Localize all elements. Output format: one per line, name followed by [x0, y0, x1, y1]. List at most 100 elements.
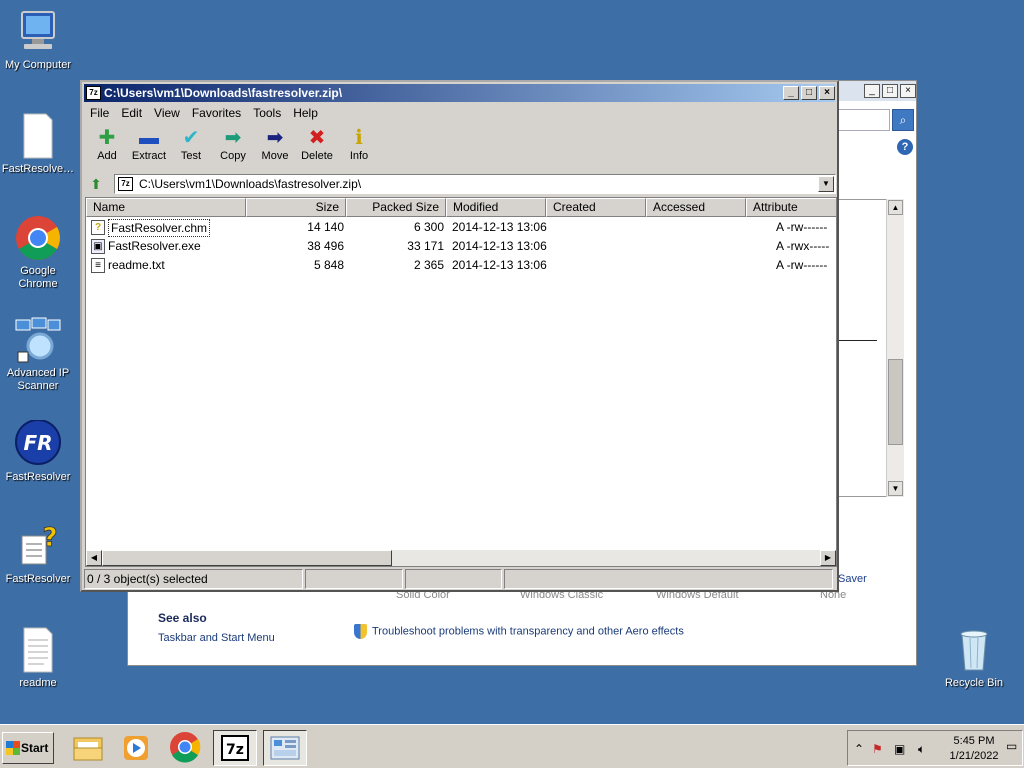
- desktop-icon-fastresolver-help[interactable]: ? FastResolver: [0, 522, 76, 586]
- maximize-button[interactable]: □: [801, 86, 817, 100]
- chrome-icon: [170, 732, 201, 763]
- clock[interactable]: 5:45 PM 1/21/2022: [944, 734, 1004, 764]
- bg-search-input[interactable]: [838, 109, 890, 131]
- desktop-icon-readme[interactable]: readme: [0, 626, 76, 690]
- delete-button[interactable]: ✖ Delete: [296, 126, 338, 168]
- troubleshoot-link[interactable]: Troubleshoot problems with transparency …: [354, 624, 684, 639]
- scroll-left-icon[interactable]: ◀: [86, 550, 102, 566]
- zip-archive-icon: 7z: [118, 177, 133, 191]
- copy-button[interactable]: ➡ Copy: [212, 126, 254, 168]
- file-attribute: A -rw------: [776, 258, 828, 272]
- desktop-icon-label: Google Chrome: [18, 265, 58, 290]
- taskbar-network-scanner[interactable]: [263, 730, 307, 766]
- show-hidden-icons-icon[interactable]: ⌃: [854, 742, 864, 756]
- chevron-down-icon[interactable]: ▼: [818, 176, 834, 192]
- file-name: readme.txt: [108, 258, 165, 272]
- menu-bar: File Edit View Favorites Tools Help: [84, 104, 324, 122]
- scroll-thumb[interactable]: [888, 359, 903, 445]
- table-row[interactable]: ▣ FastResolver.exe 38 496 33 171 2014-12…: [86, 237, 836, 256]
- executable-icon: ▣: [91, 239, 105, 254]
- taskbar-7zip[interactable]: 7z: [213, 730, 257, 766]
- file-size: 38 496: [307, 239, 344, 253]
- action-center-flag-icon[interactable]: ⚑: [872, 742, 883, 756]
- minus-icon: ▬: [139, 127, 159, 149]
- desktop-icon-label: My Computer: [4, 59, 72, 71]
- desktop-icon-recycle-bin[interactable]: Recycle Bin: [936, 626, 1012, 690]
- menu-edit[interactable]: Edit: [115, 104, 148, 122]
- add-button[interactable]: ✚ Add: [86, 126, 128, 168]
- clock-time: 5:45 PM: [953, 735, 995, 747]
- scroll-up-icon[interactable]: ▲: [888, 200, 903, 215]
- desktop-icon-fastresolver-app[interactable]: FR FastResolver: [0, 419, 76, 484]
- network-icon[interactable]: ▣: [894, 742, 905, 756]
- menu-file[interactable]: File: [84, 104, 115, 122]
- desktop-icon-google-chrome[interactable]: Google Chrome: [0, 214, 76, 291]
- column-created[interactable]: Created: [546, 198, 646, 217]
- list-header: Name Size Packed Size Modified Created A…: [86, 198, 836, 217]
- horizontal-scrollbar[interactable]: ◀ ▶: [86, 550, 836, 566]
- file-packed-size: 6 300: [413, 220, 444, 234]
- taskbar-chrome[interactable]: [163, 730, 207, 766]
- bg-close-button[interactable]: ×: [900, 84, 916, 98]
- toolbar-label: Copy: [220, 150, 246, 162]
- svg-text:7z: 7z: [226, 742, 244, 758]
- volume-icon[interactable]: 🔈︎: [918, 742, 925, 757]
- column-accessed[interactable]: Accessed: [646, 198, 746, 217]
- move-button[interactable]: ➡ Move: [254, 126, 296, 168]
- file-modified: 2014-12-13 13:06: [452, 258, 547, 272]
- toolbar: ✚ Add ▬ Extract ✔ Test ➡ Copy ➡ Move ✖ D…: [86, 126, 380, 168]
- system-tray: ⌃ ⚑ ▣ 🔈︎ 5:45 PM 1/21/2022 ▭: [847, 730, 1023, 766]
- info-button[interactable]: ℹ Info: [338, 126, 380, 168]
- close-button[interactable]: ×: [819, 86, 835, 100]
- desktop-icon-advanced-ip-scanner[interactable]: Advanced IP Scanner: [0, 316, 76, 393]
- menu-favorites[interactable]: Favorites: [186, 104, 247, 122]
- scroll-thumb[interactable]: [102, 550, 392, 566]
- column-packed-size[interactable]: Packed Size: [346, 198, 446, 217]
- column-attribute[interactable]: Attribute: [746, 198, 836, 217]
- up-folder-icon[interactable]: ⬆: [87, 175, 105, 193]
- extract-button[interactable]: ▬ Extract: [128, 126, 170, 168]
- help-icon[interactable]: ?: [897, 139, 913, 155]
- desktop: My Computer FastResolve… Google Chrome A…: [0, 0, 1024, 724]
- taskbar-start-menu-link[interactable]: Taskbar and Start Menu: [158, 632, 275, 644]
- help-file-icon: ?: [14, 522, 62, 570]
- scroll-down-icon[interactable]: ▼: [888, 481, 903, 496]
- file-attribute: A -rw------: [776, 220, 828, 234]
- column-size[interactable]: Size: [246, 198, 346, 217]
- window-titlebar[interactable]: 7z C:\Users\vm1\Downloads\fastresolver.z…: [84, 84, 835, 102]
- file-modified: 2014-12-13 13:06: [452, 220, 547, 234]
- taskbar-file-explorer[interactable]: [66, 730, 110, 766]
- bg-vertical-scrollbar[interactable]: ▲ ▼: [886, 199, 904, 497]
- table-row[interactable]: ? FastResolver.chm 14 140 6 300 2014-12-…: [86, 218, 836, 237]
- test-button[interactable]: ✔ Test: [170, 126, 212, 168]
- scroll-right-icon[interactable]: ▶: [820, 550, 836, 566]
- taskbar-media-player[interactable]: [114, 730, 158, 766]
- screen-saver-link[interactable]: Saver: [838, 573, 867, 585]
- address-row: ⬆ 7z C:\Users\vm1\Downloads\fastresolver…: [84, 173, 836, 195]
- desktop-icon-label: readme: [19, 677, 57, 689]
- 7zip-window: 7z C:\Users\vm1\Downloads\fastresolver.z…: [80, 80, 839, 592]
- column-name[interactable]: Name: [86, 198, 246, 217]
- menu-tools[interactable]: Tools: [247, 104, 287, 122]
- file-list[interactable]: Name Size Packed Size Modified Created A…: [85, 197, 837, 567]
- search-icon[interactable]: ⌕: [892, 109, 914, 131]
- table-row[interactable]: ≡ readme.txt 5 848 2 365 2014-12-13 13:0…: [86, 256, 836, 275]
- menu-view[interactable]: View: [148, 104, 186, 122]
- start-label: Start: [21, 741, 49, 755]
- start-button[interactable]: Start: [2, 732, 54, 764]
- minimize-button[interactable]: _: [783, 86, 799, 100]
- menu-help[interactable]: Help: [287, 104, 324, 122]
- text-file-icon: [14, 626, 62, 674]
- column-modified[interactable]: Modified: [446, 198, 546, 217]
- window-title: C:\Users\vm1\Downloads\fastresolver.zip\: [104, 86, 343, 100]
- delete-x-icon: ✖: [308, 127, 326, 149]
- status-panel: [305, 569, 403, 589]
- bg-maximize-button[interactable]: □: [882, 84, 898, 98]
- 7zip-icon: 7z: [221, 735, 249, 761]
- bg-minimize-button[interactable]: _: [864, 84, 880, 98]
- desktop-icon-my-computer[interactable]: My Computer: [0, 8, 76, 72]
- show-desktop-icon[interactable]: ▭: [1006, 739, 1017, 753]
- desktop-icon-fastresolver-doc[interactable]: FastResolve…: [0, 112, 76, 176]
- address-combobox[interactable]: 7z C:\Users\vm1\Downloads\fastresolver.z…: [114, 174, 836, 194]
- media-player-icon: [124, 736, 148, 760]
